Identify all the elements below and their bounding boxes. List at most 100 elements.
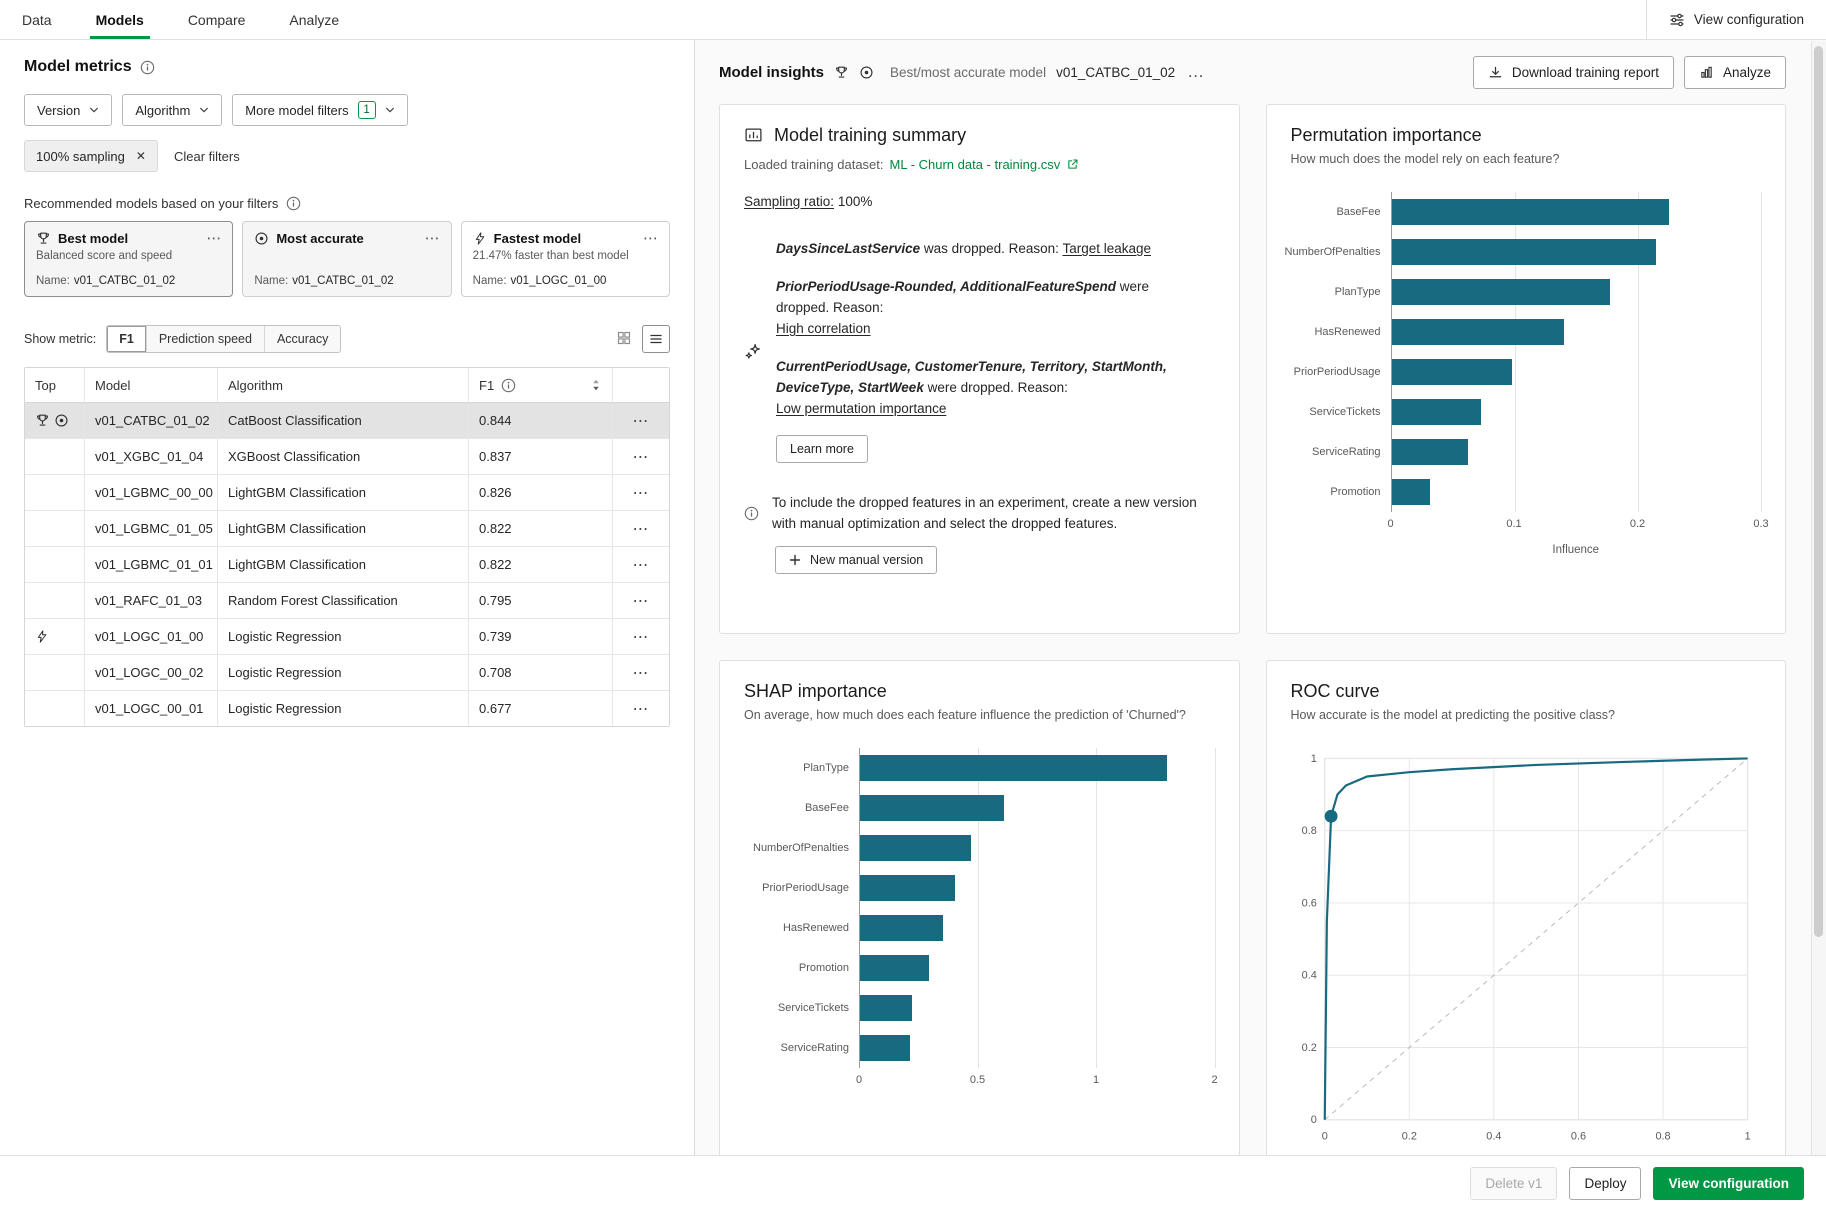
tab-models[interactable]: Models bbox=[74, 0, 166, 39]
learn-more-button[interactable]: Learn more bbox=[776, 435, 868, 463]
view-configuration-topbar-button[interactable]: View configuration bbox=[1646, 0, 1826, 39]
more-icon[interactable]: ⋯ bbox=[643, 234, 658, 244]
top-cell bbox=[25, 691, 85, 726]
metric-option-prediction-speed[interactable]: Prediction speed bbox=[147, 326, 265, 352]
category-label: NumberOfPenalties bbox=[1291, 232, 1391, 272]
table-row[interactable]: v01_LGBMC_01_05LightGBM Classification0.… bbox=[25, 511, 669, 547]
metric-option-f1[interactable]: F1 bbox=[107, 326, 147, 352]
more-icon[interactable]: ⋯ bbox=[633, 519, 650, 539]
download-training-report-button[interactable]: Download training report bbox=[1473, 56, 1674, 89]
new-manual-version-button[interactable]: New manual version bbox=[775, 546, 937, 574]
more-icon[interactable]: ⋯ bbox=[206, 234, 221, 244]
lightning-icon bbox=[473, 231, 487, 246]
plot-area bbox=[1391, 192, 1762, 512]
svg-text:0.6: 0.6 bbox=[1570, 1131, 1585, 1143]
more-icon[interactable]: ⋯ bbox=[633, 663, 650, 683]
topbar: DataModelsCompareAnalyze View configurat… bbox=[0, 0, 1826, 40]
tick-label: 0 bbox=[1387, 518, 1393, 530]
svg-text:0: 0 bbox=[1321, 1131, 1327, 1143]
more-icon[interactable]: ⋯ bbox=[633, 483, 650, 503]
category-label: PlanType bbox=[1291, 272, 1391, 312]
permutation-importance-card: Permutation importance How much does the… bbox=[1266, 104, 1787, 634]
best-model-card[interactable]: Best model ⋯ Balanced score and speed Na… bbox=[24, 221, 233, 297]
bar-chart-icon bbox=[1699, 65, 1714, 80]
info-icon[interactable] bbox=[501, 378, 516, 393]
table-row[interactable]: v01_LOGC_01_00Logistic Regression0.739⋯ bbox=[25, 619, 669, 655]
model-metrics-panel: Model metrics Version Algorithm More mod… bbox=[0, 40, 695, 1155]
table-row[interactable]: v01_LGBMC_01_01LightGBM Classification0.… bbox=[25, 547, 669, 583]
column-model[interactable]: Model bbox=[85, 368, 218, 402]
version-filter-label: Version bbox=[37, 103, 80, 118]
top-cell bbox=[25, 619, 85, 654]
more-icon[interactable]: ⋯ bbox=[633, 411, 650, 431]
column-f1[interactable]: F1 bbox=[469, 368, 613, 402]
row-actions-cell: ⋯ bbox=[613, 511, 669, 546]
reason-link[interactable]: High correlation bbox=[776, 321, 871, 336]
sliders-icon bbox=[1669, 12, 1685, 28]
table-row[interactable]: v01_LOGC_00_02Logistic Regression0.708⋯ bbox=[25, 655, 669, 691]
sampling-filter-chip[interactable]: 100% sampling ✕ bbox=[24, 140, 158, 172]
top-cell bbox=[25, 547, 85, 582]
name-label: Name: bbox=[254, 275, 288, 287]
deploy-button[interactable]: Deploy bbox=[1569, 1167, 1641, 1200]
more-icon[interactable]: ⋯ bbox=[633, 447, 650, 467]
external-link-icon[interactable] bbox=[1066, 158, 1079, 171]
row-actions-cell: ⋯ bbox=[613, 475, 669, 510]
fastest-model-card[interactable]: Fastest model ⋯ 21.47% faster than best … bbox=[461, 221, 670, 297]
grid-view-button[interactable] bbox=[611, 325, 637, 351]
version-filter-dropdown[interactable]: Version bbox=[24, 94, 112, 126]
analyze-button[interactable]: Analyze bbox=[1684, 56, 1786, 89]
close-icon[interactable]: ✕ bbox=[136, 149, 146, 163]
tab-compare[interactable]: Compare bbox=[166, 0, 268, 39]
table-row[interactable]: v01_LOGC_00_01Logistic Regression0.677⋯ bbox=[25, 691, 669, 726]
model-name-cell: v01_LOGC_01_00 bbox=[85, 619, 218, 654]
most-accurate-card[interactable]: Most accurate ⋯ Name:v01_CATBC_01_02 bbox=[242, 221, 451, 297]
list-view-button[interactable] bbox=[642, 325, 670, 353]
row-actions-cell: ⋯ bbox=[613, 691, 669, 726]
more-icon[interactable]: ⋯ bbox=[633, 627, 650, 647]
scrollbar[interactable] bbox=[1811, 41, 1826, 1155]
bar bbox=[860, 795, 1004, 821]
svg-text:0.8: 0.8 bbox=[1655, 1131, 1670, 1143]
bar bbox=[1392, 279, 1610, 305]
model-name-cell: v01_RAFC_01_03 bbox=[85, 583, 218, 618]
sort-icon[interactable] bbox=[590, 378, 602, 392]
bar bbox=[860, 835, 971, 861]
info-icon[interactable] bbox=[140, 60, 155, 75]
more-model-filters-dropdown[interactable]: More model filters 1 bbox=[232, 94, 407, 126]
clear-filters-button[interactable]: Clear filters bbox=[174, 149, 240, 164]
tab-analyze[interactable]: Analyze bbox=[267, 0, 361, 39]
delete-version-button[interactable]: Delete v1 bbox=[1470, 1167, 1557, 1200]
tab-data[interactable]: Data bbox=[0, 0, 74, 39]
more-icon[interactable]: ⋯ bbox=[633, 555, 650, 575]
info-icon[interactable] bbox=[286, 196, 301, 211]
algorithm-filter-dropdown[interactable]: Algorithm bbox=[122, 94, 222, 126]
more-icon[interactable]: ⋯ bbox=[425, 234, 440, 244]
model-name-cell: v01_LGBMC_00_00 bbox=[85, 475, 218, 510]
table-row[interactable]: v01_RAFC_01_03Random Forest Classificati… bbox=[25, 583, 669, 619]
scrollbar-thumb[interactable] bbox=[1814, 46, 1823, 937]
more-icon[interactable]: … bbox=[1187, 62, 1204, 82]
permutation-subtitle: How much does the model rely on each fea… bbox=[1291, 152, 1762, 166]
reason-link[interactable]: Target leakage bbox=[1062, 241, 1151, 256]
view-configuration-button[interactable]: View configuration bbox=[1653, 1167, 1804, 1200]
bar bbox=[1392, 479, 1430, 505]
tick-label: 0 bbox=[856, 1074, 862, 1086]
table-row[interactable]: v01_CATBC_01_02CatBoost Classification0.… bbox=[25, 403, 669, 439]
table-row[interactable]: v01_LGBMC_00_00LightGBM Classification0.… bbox=[25, 475, 669, 511]
metric-toggle-group: F1Prediction speedAccuracy bbox=[106, 325, 341, 353]
more-icon[interactable]: ⋯ bbox=[633, 591, 650, 611]
column-algorithm[interactable]: Algorithm bbox=[218, 368, 469, 402]
topbar-tabs: DataModelsCompareAnalyze bbox=[0, 0, 361, 39]
reason-link[interactable]: Low permutation importance bbox=[776, 401, 946, 416]
row-actions-cell: ⋯ bbox=[613, 583, 669, 618]
dataset-link[interactable]: ML - Churn data - training.csv bbox=[890, 157, 1061, 172]
table-row[interactable]: v01_XGBC_01_04XGBoost Classification0.83… bbox=[25, 439, 669, 475]
metric-option-accuracy[interactable]: Accuracy bbox=[265, 326, 340, 352]
tick-label: 0.1 bbox=[1506, 518, 1521, 530]
more-icon[interactable]: ⋯ bbox=[633, 699, 650, 719]
svg-text:0.4: 0.4 bbox=[1486, 1131, 1501, 1143]
f1-cell: 0.795 bbox=[469, 583, 613, 618]
bar bbox=[1392, 359, 1513, 385]
column-top[interactable]: Top bbox=[25, 368, 85, 402]
